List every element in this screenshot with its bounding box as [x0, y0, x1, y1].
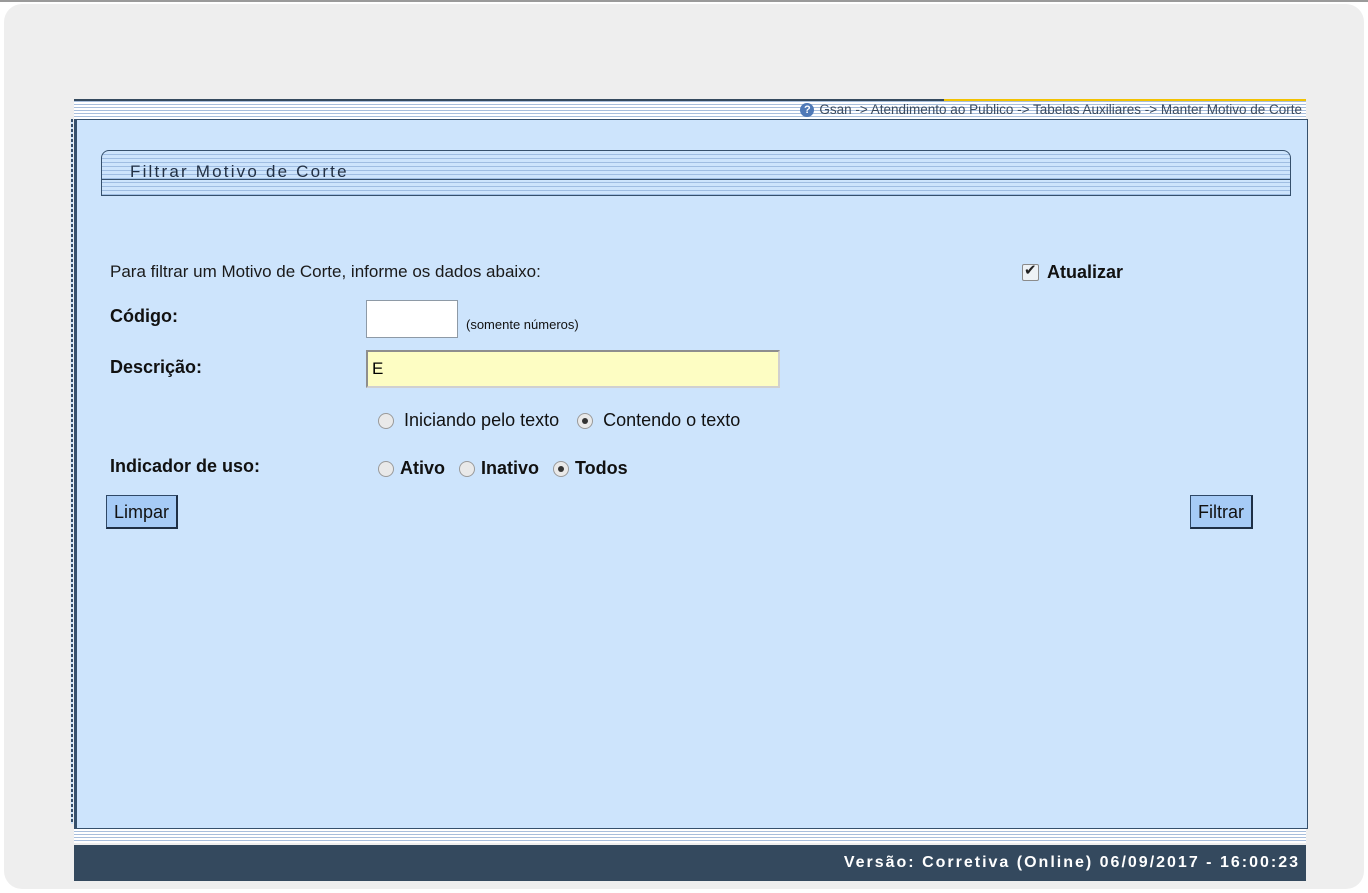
breadcrumb-top-line: [74, 99, 944, 101]
radio-contendo-label[interactable]: Contendo o texto: [603, 410, 740, 431]
form-title-bar: Filtrar Motivo de Corte: [101, 150, 1291, 196]
atualizar-option[interactable]: ✔ Atualizar: [1022, 262, 1123, 283]
breadcrumb-top-accent: [944, 99, 1306, 101]
radio-inativo[interactable]: [459, 460, 475, 477]
form-title: Filtrar Motivo de Corte: [130, 162, 349, 181]
page-card: ? Gsan -> Atendimento ao Publico -> Tabe…: [4, 4, 1364, 889]
help-icon[interactable]: ?: [800, 103, 815, 117]
radio-selected-dot: [558, 465, 565, 472]
intro-text: Para filtrar um Motivo de Corte, informe…: [110, 262, 541, 281]
indicador-group: Ativo Inativo Todos: [378, 458, 646, 479]
codigo-hint: (somente números): [466, 317, 579, 332]
radio-ativo[interactable]: [378, 460, 394, 477]
radio-selected-dot: [582, 417, 589, 424]
top-border: [0, 0, 1368, 2]
breadcrumb-text[interactable]: Gsan -> Atendimento ao Publico -> Tabela…: [819, 102, 1302, 118]
radio-todos-label[interactable]: Todos: [575, 458, 628, 479]
version-footer: Versão: Corretiva (Online) 06/09/2017 - …: [74, 845, 1306, 881]
filtrar-button[interactable]: Filtrar: [1190, 495, 1253, 529]
left-dashed-border: [71, 119, 73, 824]
breadcrumb: ? Gsan -> Atendimento ao Publico -> Tabe…: [800, 102, 1302, 118]
form-panel: Filtrar Motivo de Corte Para filtrar um …: [74, 119, 1308, 829]
check-icon: ✔: [1024, 262, 1037, 279]
radio-todos[interactable]: [553, 460, 570, 477]
limpar-button[interactable]: Limpar: [106, 495, 179, 529]
radio-ativo-label[interactable]: Ativo: [400, 458, 445, 479]
atualizar-checkbox[interactable]: ✔: [1022, 262, 1039, 281]
descricao-label: Descrição:: [110, 357, 203, 377]
radio-iniciando[interactable]: [378, 412, 394, 429]
radio-inativo-label[interactable]: Inativo: [481, 458, 539, 479]
radio-iniciando-label[interactable]: Iniciando pelo texto: [404, 410, 559, 431]
codigo-label: Código:: [110, 306, 178, 326]
indicador-label: Indicador de uso:: [110, 456, 261, 476]
match-mode-group: Iniciando pelo texto Contendo o texto: [378, 410, 758, 431]
radio-contendo[interactable]: [577, 412, 594, 429]
descricao-input[interactable]: [366, 350, 780, 388]
atualizar-label: Atualizar: [1047, 262, 1124, 282]
footer-stripes: [74, 829, 1306, 843]
codigo-input[interactable]: [366, 300, 458, 338]
version-text: Versão: Corretiva (Online) 06/09/2017 - …: [843, 854, 1300, 871]
